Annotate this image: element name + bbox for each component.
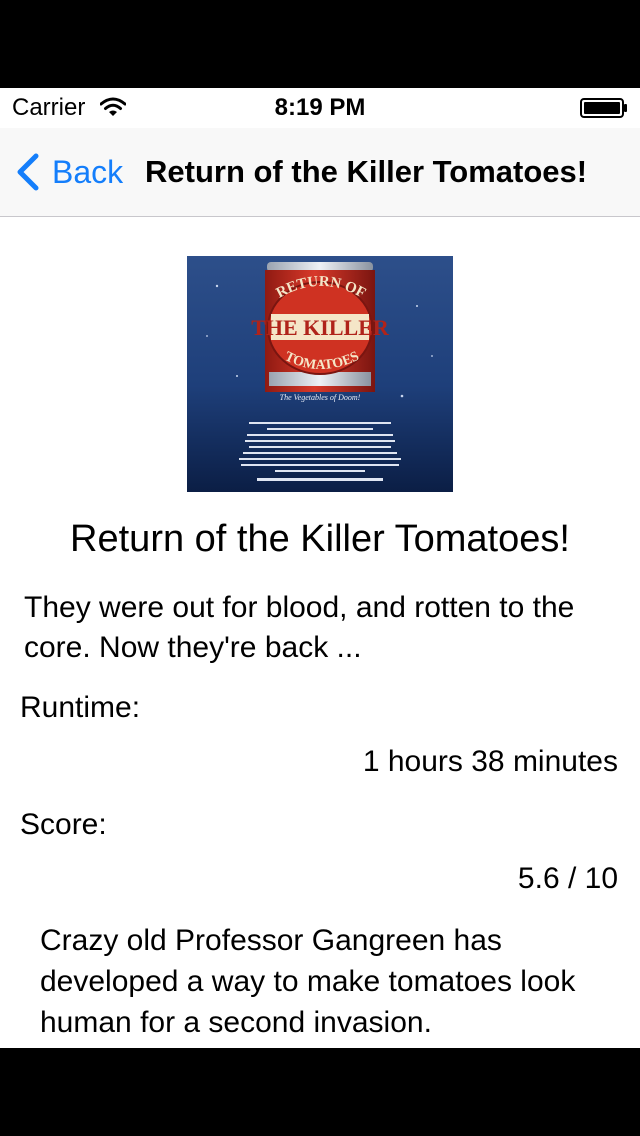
poster-main-title: THE KILLER [251, 315, 390, 340]
chevron-left-icon [17, 153, 39, 191]
movie-overview: Crazy old Professor Gangreen has develop… [40, 924, 576, 1039]
runtime-label: Runtime: [20, 691, 141, 724]
navigation-bar: Back Return of the Killer Tomatoes! [0, 128, 640, 217]
nav-title: Return of the Killer Tomatoes! [145, 154, 588, 189]
back-label: Back [52, 153, 124, 190]
back-button[interactable]: Back [14, 150, 123, 194]
runtime-value: 1 hours 38 minutes [362, 745, 618, 778]
status-bar: Carrier 8:19 PM [0, 88, 640, 128]
movie-title: Return of the Killer Tomatoes! [70, 518, 570, 560]
score-label: Score: [20, 808, 107, 841]
movie-tagline: They were out for blood, and rotten to t… [24, 591, 575, 664]
movie-detail-screen: Carrier 8:19 PM Back Return of the Kille… [0, 88, 640, 1048]
battery-icon [580, 98, 627, 118]
movie-poster: RETURN OF THE KILLER TOMATOES The Vegeta… [187, 256, 453, 492]
score-value: 5.6 / 10 [517, 862, 618, 895]
status-time: 8:19 PM [274, 94, 366, 121]
poster-tagline: The Vegetables of Doom! [280, 393, 361, 402]
